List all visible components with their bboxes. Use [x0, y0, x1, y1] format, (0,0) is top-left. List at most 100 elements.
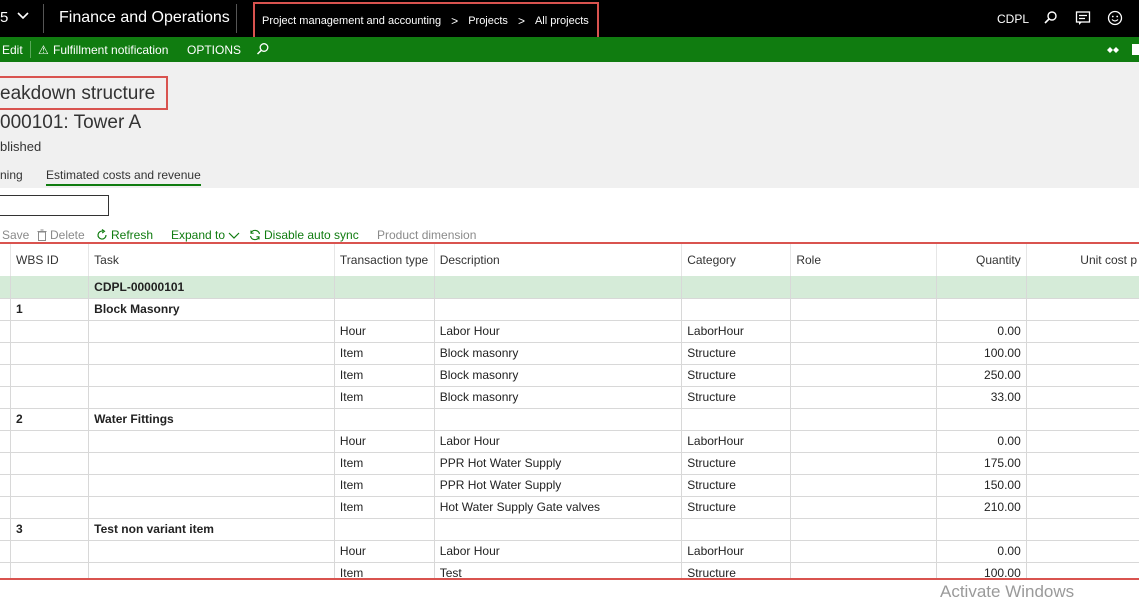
unit-cost-cell[interactable] — [1026, 496, 1139, 519]
task-cell[interactable] — [88, 320, 335, 343]
task-cell[interactable] — [88, 474, 335, 497]
column-header-description[interactable]: Description — [434, 244, 683, 276]
category-cell[interactable]: LaborHour — [681, 320, 792, 343]
role-cell[interactable] — [790, 364, 938, 387]
row-selector[interactable] — [0, 386, 11, 409]
transaction-type-cell[interactable] — [334, 276, 435, 299]
description-cell[interactable]: Block masonry — [434, 386, 683, 409]
category-cell[interactable]: Structure — [681, 342, 792, 365]
quantity-cell[interactable]: 150.00 — [936, 474, 1027, 497]
row-selector[interactable] — [0, 364, 11, 387]
quantity-cell[interactable]: 100.00 — [936, 342, 1027, 365]
table-row[interactable]: Item Block masonry Structure 100.00 — [0, 342, 1139, 365]
category-cell[interactable]: Structure — [681, 474, 792, 497]
unit-cost-cell[interactable] — [1026, 408, 1139, 431]
transaction-type-cell[interactable]: Hour — [334, 320, 435, 343]
quantity-cell[interactable] — [936, 408, 1027, 431]
transaction-type-cell[interactable]: Item — [334, 496, 435, 519]
table-row[interactable]: Item Block masonry Structure 33.00 — [0, 386, 1139, 409]
quantity-cell[interactable] — [936, 518, 1027, 541]
description-cell[interactable]: Labor Hour — [434, 320, 683, 343]
task-cell[interactable] — [88, 430, 335, 453]
category-cell[interactable] — [681, 298, 792, 321]
category-cell[interactable] — [681, 518, 792, 541]
quantity-cell[interactable]: 0.00 — [936, 430, 1027, 453]
role-cell[interactable] — [790, 298, 938, 321]
unit-cost-cell[interactable] — [1026, 364, 1139, 387]
office-icon[interactable] — [1131, 43, 1139, 56]
category-cell[interactable] — [681, 408, 792, 431]
category-cell[interactable]: Structure — [681, 452, 792, 475]
row-selector[interactable] — [0, 276, 11, 299]
task-cell[interactable] — [88, 386, 335, 409]
wbs-id-cell[interactable] — [10, 430, 90, 453]
quantity-cell[interactable]: 175.00 — [936, 452, 1027, 475]
description-cell[interactable]: Test — [434, 562, 683, 578]
row-selector[interactable] — [0, 474, 11, 497]
wbs-id-cell[interactable] — [10, 276, 90, 299]
chevron-down-icon[interactable] — [16, 9, 30, 23]
row-selector[interactable] — [0, 540, 11, 563]
filter-input[interactable] — [0, 195, 109, 216]
wbs-id-cell[interactable] — [10, 386, 90, 409]
product-dimension-button[interactable]: Product dimension — [377, 228, 476, 242]
role-cell[interactable] — [790, 408, 938, 431]
row-selector[interactable] — [0, 562, 11, 578]
column-header-category[interactable]: Category — [681, 244, 792, 276]
role-cell[interactable] — [790, 276, 938, 299]
category-cell[interactable]: Structure — [681, 364, 792, 387]
column-header-role[interactable]: Role — [790, 244, 938, 276]
row-selector[interactable] — [0, 298, 11, 321]
refresh-button[interactable]: Refresh — [96, 228, 153, 242]
table-row[interactable]: CDPL-00000101 — [0, 276, 1139, 299]
wbs-id-cell[interactable] — [10, 364, 90, 387]
transaction-type-cell[interactable]: Item — [334, 474, 435, 497]
chat-icon[interactable] — [1075, 10, 1091, 26]
company-picker[interactable]: CDPL — [997, 12, 1029, 26]
column-header-task[interactable]: Task — [88, 244, 335, 276]
category-cell[interactable]: LaborHour — [681, 430, 792, 453]
transaction-type-cell[interactable]: Hour — [334, 430, 435, 453]
table-row[interactable]: Hour Labor Hour LaborHour 0.00 — [0, 320, 1139, 343]
description-cell[interactable]: Labor Hour — [434, 540, 683, 563]
role-cell[interactable] — [790, 320, 938, 343]
row-selector[interactable] — [0, 452, 11, 475]
quantity-cell[interactable]: 33.00 — [936, 386, 1027, 409]
category-cell[interactable]: Structure — [681, 496, 792, 519]
delete-button[interactable]: Delete — [37, 228, 85, 242]
description-cell[interactable]: Block masonry — [434, 342, 683, 365]
table-row[interactable]: 1 Block Masonry — [0, 298, 1139, 321]
task-cell[interactable] — [88, 364, 335, 387]
unit-cost-cell[interactable] — [1026, 562, 1139, 578]
quantity-cell[interactable]: 250.00 — [936, 364, 1027, 387]
edit-button[interactable]: Edit — [2, 43, 23, 57]
column-header-unit-cost[interactable]: Unit cost p — [1026, 244, 1139, 276]
task-cell[interactable] — [88, 342, 335, 365]
unit-cost-cell[interactable] — [1026, 386, 1139, 409]
wbs-id-cell[interactable] — [10, 540, 90, 563]
options-tab[interactable]: OPTIONS — [187, 43, 241, 57]
transaction-type-cell[interactable]: Item — [334, 342, 435, 365]
transaction-type-cell[interactable]: Item — [334, 452, 435, 475]
wbs-id-cell[interactable] — [10, 474, 90, 497]
quantity-cell[interactable] — [936, 298, 1027, 321]
row-selector[interactable] — [0, 320, 11, 343]
category-cell[interactable]: LaborHour — [681, 540, 792, 563]
category-cell[interactable]: Structure — [681, 562, 792, 578]
unit-cost-cell[interactable] — [1026, 320, 1139, 343]
task-cell[interactable]: Block Masonry — [88, 298, 335, 321]
role-cell[interactable] — [790, 496, 938, 519]
app-name[interactable]: Finance and Operations — [59, 9, 230, 27]
quantity-cell[interactable]: 0.00 — [936, 320, 1027, 343]
unit-cost-cell[interactable] — [1026, 540, 1139, 563]
breadcrumb-item[interactable]: Project management and accounting — [262, 15, 441, 27]
wbs-id-cell[interactable] — [10, 320, 90, 343]
task-cell[interactable]: Test non variant item — [88, 518, 335, 541]
unit-cost-cell[interactable] — [1026, 474, 1139, 497]
expand-to-button[interactable]: Expand to — [171, 228, 240, 242]
description-cell[interactable]: Block masonry — [434, 364, 683, 387]
column-header-quantity[interactable]: Quantity — [936, 244, 1027, 276]
quantity-cell[interactable]: 210.00 — [936, 496, 1027, 519]
wbs-id-cell[interactable]: 1 — [10, 298, 90, 321]
search-icon[interactable] — [1043, 10, 1059, 26]
